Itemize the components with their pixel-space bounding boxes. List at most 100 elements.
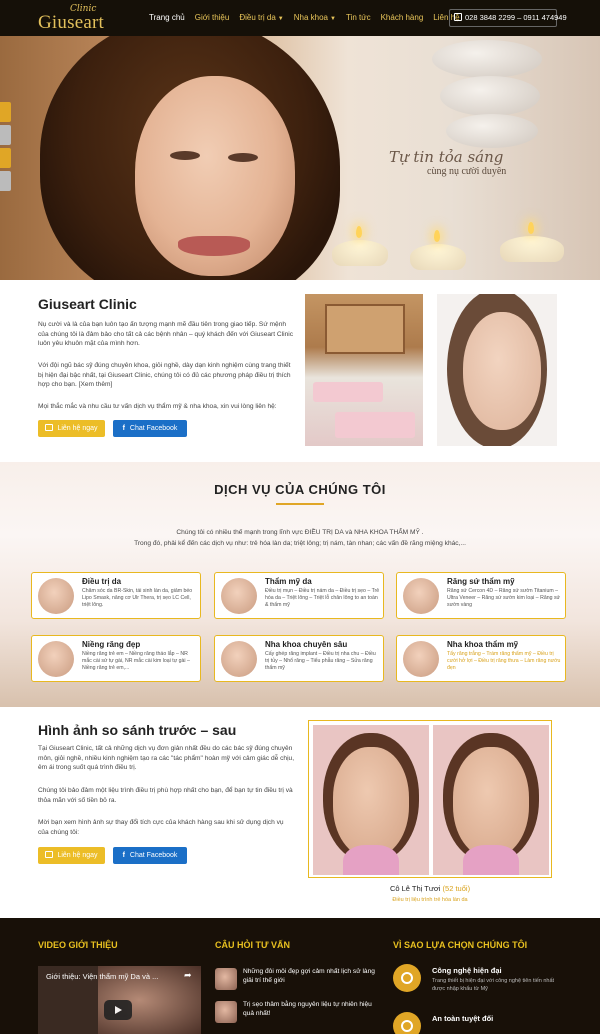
button-label: Chat Facebook — [129, 425, 178, 432]
nav-item-about[interactable]: Giới thiệu — [190, 0, 235, 36]
intro-paragraph: Nụ cười và là của bạn luôn tạo ấn tượng … — [38, 321, 294, 348]
logo[interactable]: Clinic Giuseart — [38, 4, 108, 33]
chat-facebook-button[interactable]: f Chat Facebook — [113, 420, 187, 437]
hero-model-lips — [178, 236, 250, 256]
service-card-desc: Chăm sóc da BR-Skin, tái sinh làn da, gi… — [82, 588, 193, 609]
nav-item-customers[interactable]: Khách hàng — [376, 0, 429, 36]
service-card-desc: Răng sứ Cercon 4D – Răng sứ sườn Titaniu… — [447, 588, 561, 609]
button-label: Chat Facebook — [129, 852, 178, 859]
side-contact-bar — [0, 102, 11, 194]
button-label: Liên hệ ngay — [57, 425, 98, 432]
spa-stone — [432, 40, 542, 78]
before-after-paragraph: Tại Giuseart Clinic, tất cả những dịch v… — [38, 745, 295, 772]
faq-thumbnail — [215, 1001, 237, 1023]
main-nav: Trang chủ Giới thiệu Điều trị da ▼ Nha kh… — [144, 0, 465, 36]
intro-video[interactable]: Giới thiệu: Viện thẩm mỹ Da và ... ➦ — [38, 966, 201, 1034]
chevron-down-icon: ▼ — [277, 16, 284, 22]
video-caption: Giới thiệu: Viện thẩm mỹ Da và ... — [46, 972, 159, 981]
service-thumbnail — [38, 578, 74, 614]
hero-tagline: Tự tin tỏa sáng — [389, 148, 504, 166]
service-card-braces[interactable]: Niềng răng đẹp Niềng răng trẻ em – Niềng… — [31, 635, 201, 682]
service-card-porcelain-teeth[interactable]: Răng sứ thẩm mỹ Răng sứ Cercon 4D – Răng… — [396, 572, 566, 619]
chat-facebook-button[interactable]: f Chat Facebook — [113, 847, 187, 864]
faq-question: Những đôi môi đẹp gợi cảm nhất lịch sử l… — [243, 968, 375, 984]
services-section: DỊCH VỤ CỦA CHÚNG TÔI Chúng tôi có nhiều… — [0, 462, 600, 707]
phone-box[interactable]: 028 3848 2299 – 0911 474949 — [449, 9, 567, 27]
facebook-icon: f — [122, 425, 125, 432]
service-thumbnail — [221, 641, 257, 677]
face — [333, 747, 409, 857]
why-item-title: Công nghệ hiện đại — [432, 966, 502, 975]
service-card-title: Nha khoa thẩm mỹ — [447, 640, 519, 649]
nav-label: Nha khoa — [293, 13, 328, 22]
why-section-title: VÌ SAO LỰA CHỌN CHÚNG TÔI — [393, 940, 528, 950]
nav-item-skin[interactable]: Điều trị da ▼ — [234, 0, 288, 36]
share-icon[interactable]: ➦ — [184, 970, 192, 981]
map-side-icon[interactable] — [0, 125, 11, 145]
services-description: Chúng tôi có nhiều thế mạnh trong lĩnh v… — [176, 529, 424, 536]
nav-label: Giới thiệu — [194, 13, 230, 22]
chat-side-icon[interactable] — [0, 171, 11, 191]
service-thumbnail — [403, 641, 439, 677]
clinic-room-photo — [305, 294, 423, 446]
gear-icon — [393, 964, 421, 992]
contact-now-button[interactable]: Liên hệ ngay — [38, 420, 105, 437]
candle — [410, 244, 466, 270]
hero-subtagline: cùng nụ cười duyên — [427, 166, 507, 177]
service-card-title: Điều trị da — [82, 577, 122, 586]
phone-side-icon[interactable] — [0, 102, 11, 122]
hero-banner: Tự tin tỏa sáng cùng nụ cười duyên — [0, 36, 600, 280]
faq-section-title: CÂU HỎI TƯ VẤN — [215, 940, 290, 950]
service-card-desc: Cấy ghép răng implant – Điều trị nha chu… — [265, 651, 376, 672]
service-card-skin-treatment[interactable]: Điều trị da Chăm sóc da BR-Skin, tái sin… — [31, 572, 201, 619]
mail-icon — [45, 424, 54, 431]
faq-item[interactable]: Những đôi môi đẹp gợi cảm nhất lịch sử l… — [215, 968, 385, 992]
room-shelf — [325, 304, 405, 354]
contact-now-button[interactable]: Liên hệ ngay — [38, 847, 105, 864]
service-card-title: Niềng răng đẹp — [82, 640, 141, 649]
facebook-icon: f — [122, 852, 125, 859]
title-divider — [276, 503, 324, 505]
customer-caption: Cô Lê Thị Tươi (52 tuổi) — [308, 884, 552, 893]
video-section-title: VIDEO GIỚI THIỆU — [38, 940, 118, 950]
mail-side-icon[interactable] — [0, 148, 11, 168]
mail-icon — [45, 851, 54, 858]
page: Clinic Giuseart Trang chủ Giới thiệu Điề… — [0, 0, 600, 1034]
why-item-desc: Trang thiết bị hiện đại với công nghệ ti… — [432, 978, 555, 992]
shoulder — [463, 845, 519, 875]
nav-label: Tin tức — [345, 13, 371, 22]
service-card-desc: Niềng răng trẻ em – Niềng răng tháo lắp … — [82, 651, 190, 672]
shield-icon — [393, 1012, 421, 1034]
service-card-advanced-dental[interactable]: Nha khoa chuyên sâu Cấy ghép răng implan… — [214, 635, 384, 682]
before-after-title: Hình ảnh so sánh trước – sau — [38, 722, 237, 738]
customer-age: (52 tuổi) — [442, 884, 471, 893]
nav-item-home[interactable]: Trang chủ — [144, 0, 190, 36]
before-after-paragraph: Chúng tôi bảo đảm một liệu trình điều tr… — [38, 787, 293, 804]
candle-flame — [528, 222, 534, 234]
shoulder — [343, 845, 399, 875]
phone-number: 028 3848 2299 – 0911 474949 — [465, 13, 567, 22]
nav-item-dental[interactable]: Nha khoa ▼ — [289, 0, 341, 36]
service-card-cosmetic-dental[interactable]: Nha khoa thẩm mỹ Tẩy răng trắng – Trám r… — [396, 635, 566, 682]
nav-label: Điều trị da — [239, 13, 276, 22]
intro-paragraph: Với đội ngũ bác sỹ đúng chuyên khoa, giỏ… — [38, 362, 291, 389]
nav-item-news[interactable]: Tin tức — [341, 0, 376, 36]
nav-label: Khách hàng — [380, 13, 424, 22]
service-thumbnail — [403, 578, 439, 614]
service-card-title: Răng sứ thẩm mỹ — [447, 577, 515, 586]
play-icon[interactable] — [104, 1000, 132, 1020]
logo-brand-text: Giuseart — [38, 12, 104, 33]
service-card-desc: Tẩy răng trắng – Trám răng thẩm mỹ – Điề… — [447, 651, 561, 672]
service-card-skin-aesthetic[interactable]: Thẩm mỹ da Điều trị mụn – Điều trị nám d… — [214, 572, 384, 619]
button-label: Liên hệ ngay — [57, 852, 98, 859]
customer-service[interactable]: Điều trị liệu trình trẻ hóa làn da — [308, 897, 552, 903]
skin-treatment-photo — [437, 294, 557, 446]
candle-flame — [356, 226, 362, 238]
before-photo — [313, 725, 429, 875]
faq-item[interactable]: Trị sẹo thâm bằng nguyên liệu tự nhiên h… — [215, 1001, 385, 1025]
service-card-desc: Điều trị mụn – Điều trị nám da – Điều tr… — [265, 588, 380, 609]
nav-label: Trang chủ — [149, 13, 185, 22]
site-header: Clinic Giuseart Trang chủ Giới thiệu Điề… — [0, 0, 600, 36]
face — [453, 747, 529, 857]
services-description: Trong đó, phải kể đến các dịch vụ như: t… — [134, 540, 466, 547]
